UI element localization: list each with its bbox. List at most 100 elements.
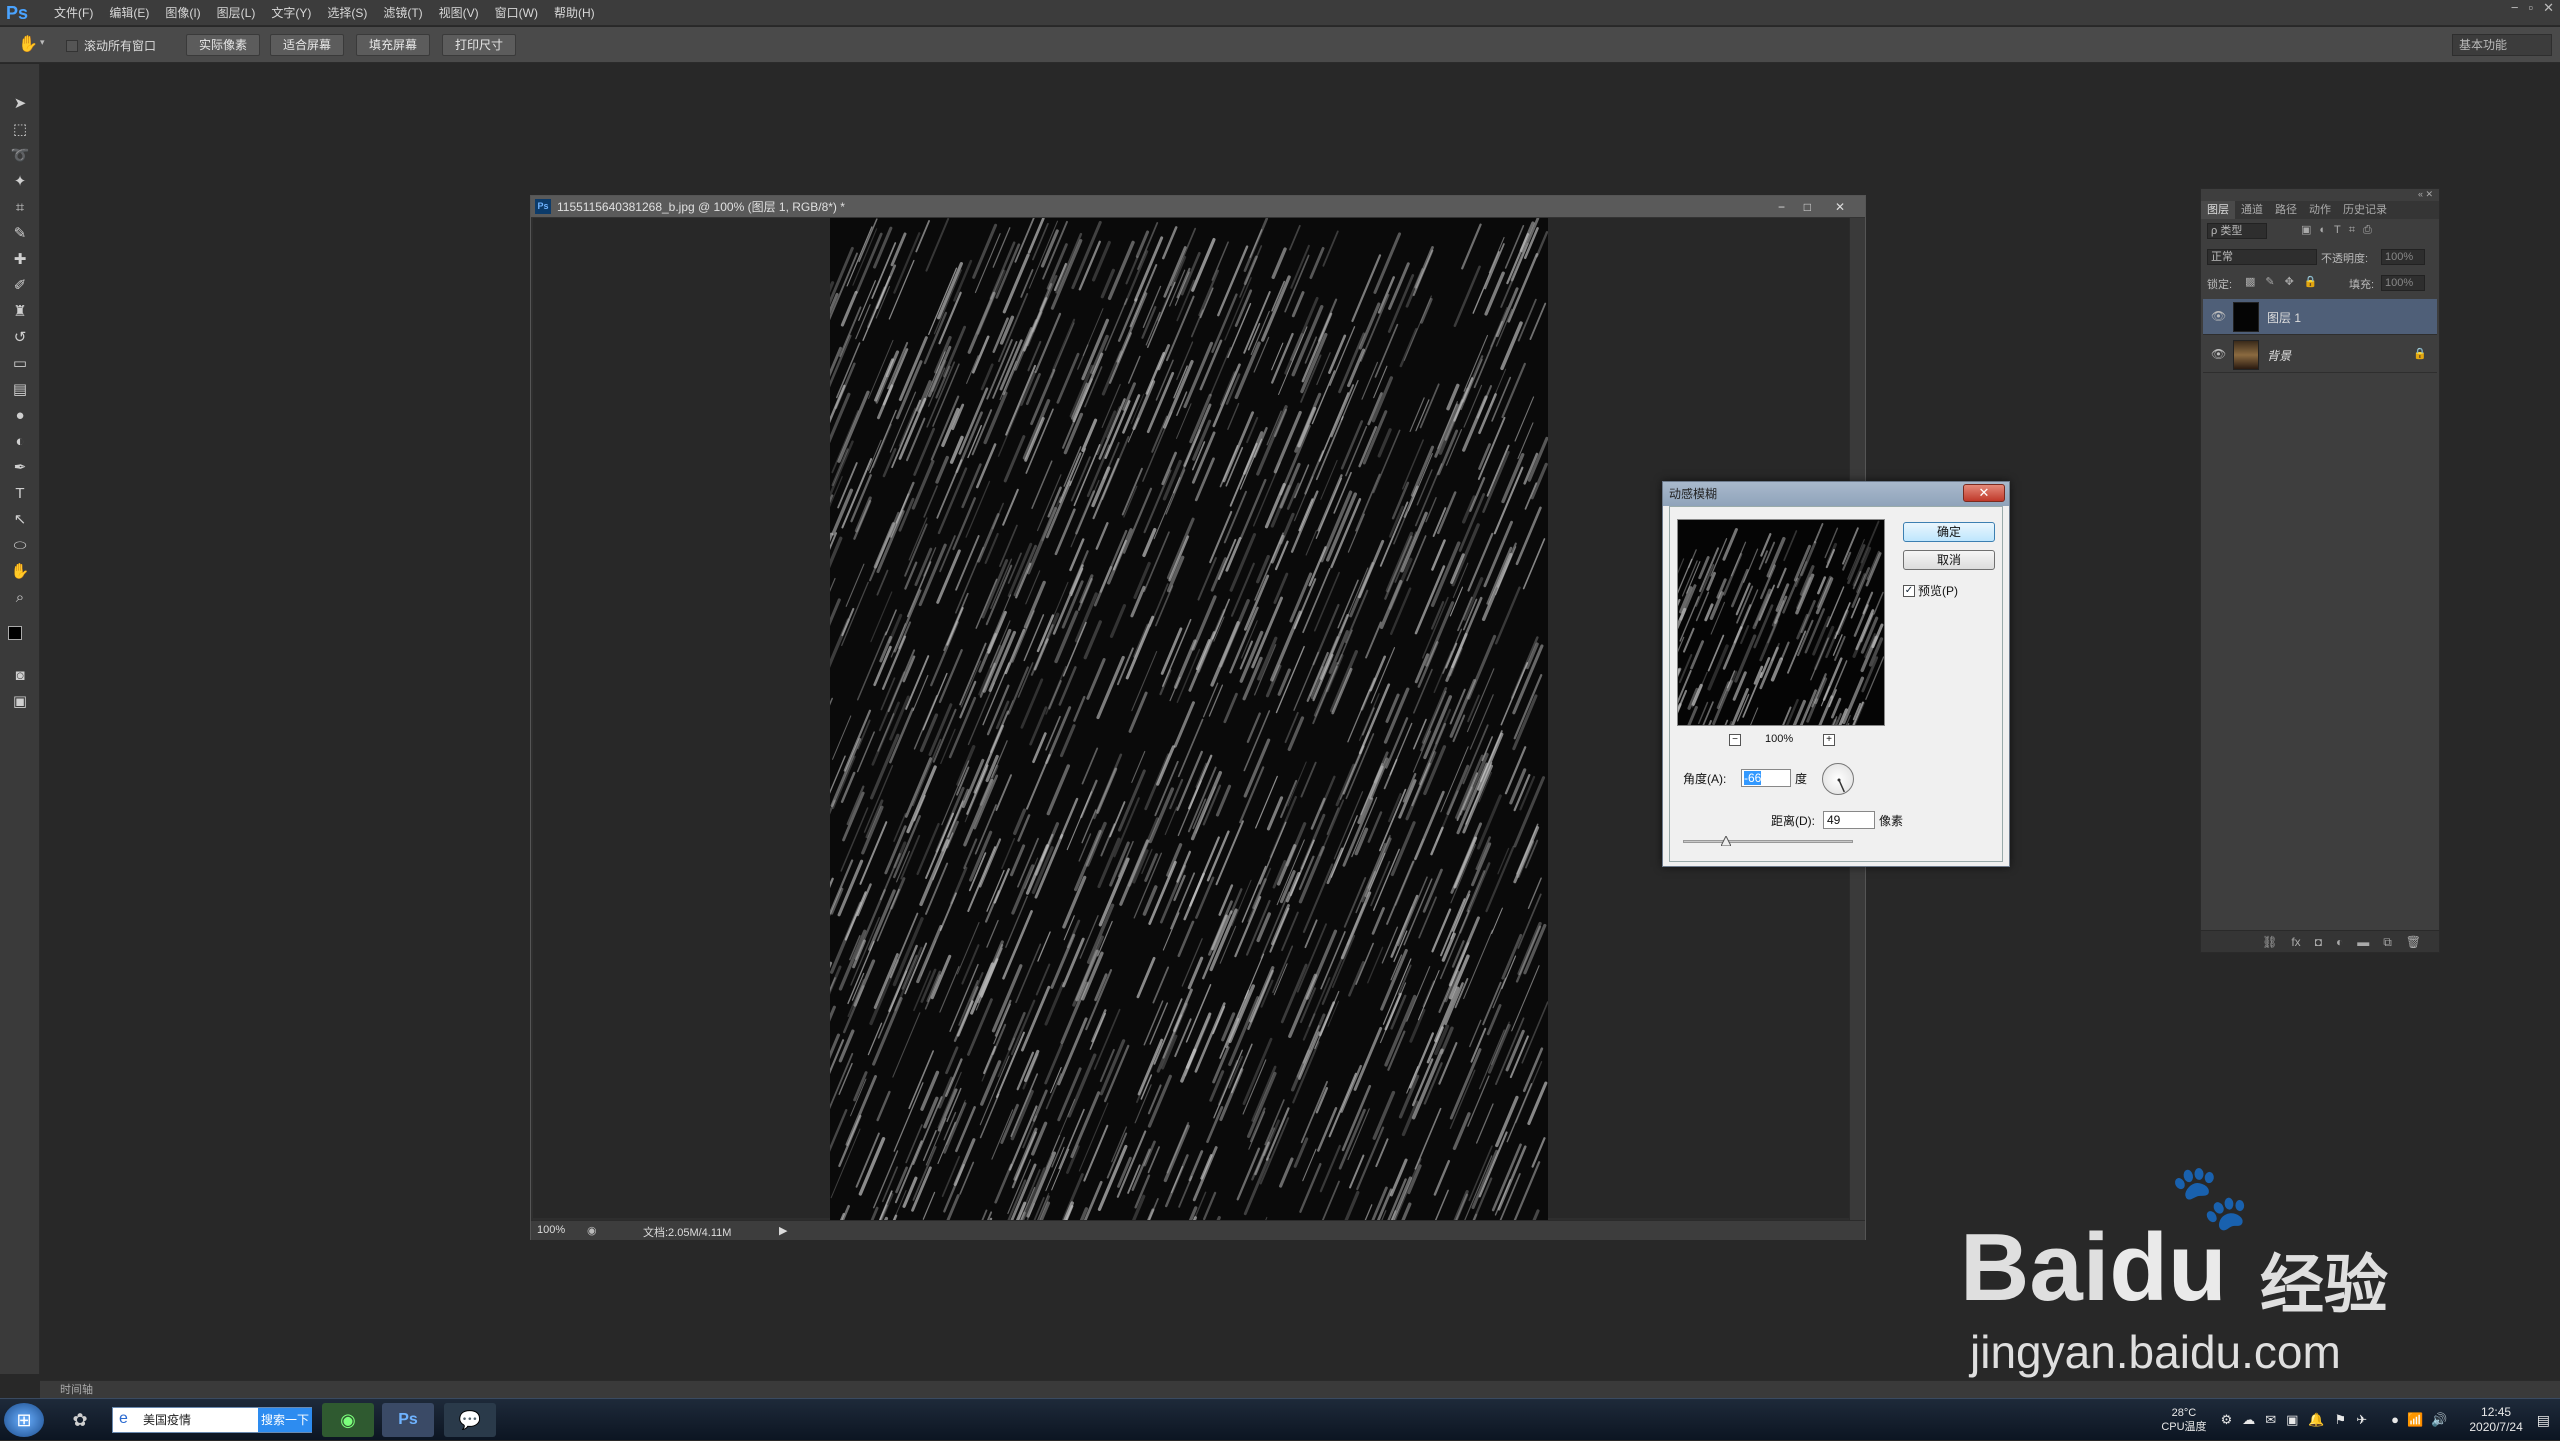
healing-brush-tool-icon[interactable]: ✚ xyxy=(6,248,34,272)
shape-tool-icon[interactable]: ⬭ xyxy=(6,534,34,558)
cpu-temp[interactable]: 28°C CPU温度 xyxy=(2161,1406,2206,1434)
menu-help[interactable]: 帮助(H) xyxy=(546,0,603,26)
notification-icon[interactable]: ▤ xyxy=(2537,1412,2550,1429)
fill-screen-button[interactable]: 填充屏幕 xyxy=(356,34,430,56)
gradient-tool-icon[interactable]: ▤ xyxy=(6,378,34,402)
history-brush-tool-icon[interactable]: ↺ xyxy=(6,326,34,350)
layer-row-background[interactable]: 👁 背景 🔒 xyxy=(2203,337,2437,373)
doc-minimize-icon[interactable]: − xyxy=(1778,196,1785,218)
foreground-color-swatch[interactable] xyxy=(8,626,22,640)
adjustment-layer-icon[interactable]: ◐ xyxy=(2336,931,2343,952)
distance-slider-track[interactable] xyxy=(1683,840,1853,843)
filter-preview[interactable] xyxy=(1677,519,1885,726)
angle-input[interactable]: -66 xyxy=(1741,769,1791,787)
status-zoom[interactable]: 100% xyxy=(537,1224,565,1236)
eye-icon[interactable]: 👁 xyxy=(2211,309,2226,323)
layer-row-layer1[interactable]: 👁 图层 1 xyxy=(2203,299,2437,335)
close-icon[interactable]: ✕ xyxy=(2543,0,2554,20)
pen-tool-icon[interactable]: ✒ xyxy=(6,456,34,480)
close-icon[interactable]: ✕ xyxy=(1963,484,2005,502)
lasso-tool-icon[interactable]: ➰ xyxy=(6,144,34,168)
menu-layer[interactable]: 图层(L) xyxy=(209,0,264,26)
taskbar-search[interactable]: e 美国疫情 搜索一下 xyxy=(112,1407,312,1433)
fill-input[interactable]: 100% xyxy=(2381,275,2425,291)
ok-button[interactable]: 确定 xyxy=(1903,522,1995,542)
new-group-icon[interactable]: ▬ xyxy=(2357,931,2369,952)
zoom-in-icon[interactable]: + xyxy=(1823,734,1835,746)
zoom-tool-icon[interactable]: ⌕ xyxy=(6,586,34,610)
clone-stamp-tool-icon[interactable]: ♜ xyxy=(6,300,34,324)
link-layers-icon[interactable]: ⛓ xyxy=(2262,931,2277,952)
doc-close-icon[interactable]: ✕ xyxy=(1835,196,1845,218)
distance-slider-handle[interactable] xyxy=(1719,834,1732,847)
eyedropper-tool-icon[interactable]: ✎ xyxy=(6,222,34,246)
path-select-tool-icon[interactable]: ↖ xyxy=(6,508,34,532)
tab-paths[interactable]: 路径 xyxy=(2269,201,2303,219)
minimize-icon[interactable]: − xyxy=(2511,0,2519,20)
eraser-tool-icon[interactable]: ▭ xyxy=(6,352,34,376)
blend-mode-select[interactable]: 正常 xyxy=(2207,249,2317,265)
menu-view[interactable]: 视图(V) xyxy=(431,0,487,26)
menu-edit[interactable]: 编辑(E) xyxy=(101,0,157,26)
taskbar-search-button[interactable]: 搜索一下 xyxy=(258,1408,312,1432)
lock-icons[interactable]: ▩✎✥🔒 xyxy=(2245,275,2328,288)
tab-history[interactable]: 历史记录 xyxy=(2337,201,2393,219)
quick-select-tool-icon[interactable]: ✦ xyxy=(6,170,34,194)
document-title-bar[interactable]: Ps 1155115640381268_b.jpg @ 100% (图层 1, … xyxy=(531,196,1865,218)
tab-channels[interactable]: 通道 xyxy=(2235,201,2269,219)
delete-layer-icon[interactable]: 🗑 xyxy=(2406,931,2421,952)
timeline-panel[interactable]: 时间轴 xyxy=(40,1380,2560,1398)
crop-tool-icon[interactable]: ⌗ xyxy=(6,196,34,220)
menu-window[interactable]: 窗口(W) xyxy=(487,0,546,26)
status-info-icon[interactable]: ◉ xyxy=(587,1224,597,1237)
dialog-title-bar[interactable]: 动感模糊 ✕ xyxy=(1663,482,2009,506)
wechat-icon[interactable]: 💬 xyxy=(444,1403,496,1437)
app-icon-pinwheel[interactable]: ✿ xyxy=(58,1403,102,1437)
quick-mask-icon[interactable]: ◙ xyxy=(6,664,34,688)
zoom-out-icon[interactable]: − xyxy=(1729,734,1741,746)
hand-tool-icon[interactable]: ✋ xyxy=(6,560,34,584)
add-mask-icon[interactable]: ◘ xyxy=(2315,931,2322,952)
status-menu-arrow-icon[interactable]: ▶ xyxy=(779,1224,787,1237)
tab-layers[interactable]: 图层 xyxy=(2201,201,2235,219)
tray-icons[interactable]: ⚙☁✉▣🔔⚑✈ xyxy=(2221,1412,2378,1428)
tab-actions[interactable]: 动作 xyxy=(2303,201,2337,219)
layer-style-icon[interactable]: fx xyxy=(2291,931,2300,952)
print-size-button[interactable]: 打印尺寸 xyxy=(442,34,516,56)
tool-preset-chevron-icon[interactable]: ▾ xyxy=(40,37,45,48)
blur-tool-icon[interactable]: ● xyxy=(6,404,34,428)
screen-mode-icon[interactable]: ▣ xyxy=(6,690,34,714)
brush-tool-icon[interactable]: ✐ xyxy=(6,274,34,298)
actual-pixels-button[interactable]: 实际像素 xyxy=(186,34,260,56)
opacity-input[interactable]: 100% xyxy=(2381,249,2425,265)
menu-file[interactable]: 文件(F) xyxy=(46,0,101,26)
eye-icon[interactable]: 👁 xyxy=(2211,347,2226,361)
menu-filter[interactable]: 滤镜(T) xyxy=(375,0,430,26)
restore-icon[interactable]: ▫ xyxy=(2528,0,2533,20)
distance-input[interactable]: 49 xyxy=(1823,811,1875,829)
preview-checkbox[interactable]: ✓ xyxy=(1903,584,1915,597)
cancel-button[interactable]: 取消 xyxy=(1903,550,1995,570)
menu-select[interactable]: 选择(S) xyxy=(319,0,375,26)
workspace-select[interactable]: 基本功能 xyxy=(2452,34,2552,56)
angle-dial[interactable] xyxy=(1822,763,1854,795)
type-tool-icon[interactable]: T xyxy=(6,482,34,506)
taskbar-search-text[interactable]: 美国疫情 xyxy=(143,1408,191,1432)
fit-screen-button[interactable]: 适合屏幕 xyxy=(270,34,344,56)
start-button-icon[interactable]: ⊞ xyxy=(4,1403,44,1437)
layer-filter-select[interactable]: ρ 类型 xyxy=(2207,223,2267,239)
doc-maximize-icon[interactable]: □ xyxy=(1804,196,1811,218)
browser-360-icon[interactable]: ◉ xyxy=(322,1403,374,1437)
preview-checkbox-row[interactable]: ✓ 预览(P) xyxy=(1903,582,1958,599)
panel-collapse-icon[interactable]: « ✕ xyxy=(2418,189,2433,200)
hand-tool-icon[interactable]: ✋ xyxy=(18,34,38,54)
dodge-tool-icon[interactable]: ◐ xyxy=(6,430,34,454)
menu-type[interactable]: 文字(Y) xyxy=(263,0,319,26)
move-tool-icon[interactable]: ➤ xyxy=(6,92,34,116)
scroll-all-checkbox[interactable] xyxy=(66,39,78,52)
network-volume-icons[interactable]: ●📶🔊 xyxy=(2391,1412,2455,1428)
menu-image[interactable]: 图像(I) xyxy=(157,0,208,26)
marquee-tool-icon[interactable]: ⬚ xyxy=(6,118,34,142)
new-layer-icon[interactable]: ⧉ xyxy=(2383,931,2392,952)
photoshop-taskbar-icon[interactable]: Ps xyxy=(382,1403,434,1437)
